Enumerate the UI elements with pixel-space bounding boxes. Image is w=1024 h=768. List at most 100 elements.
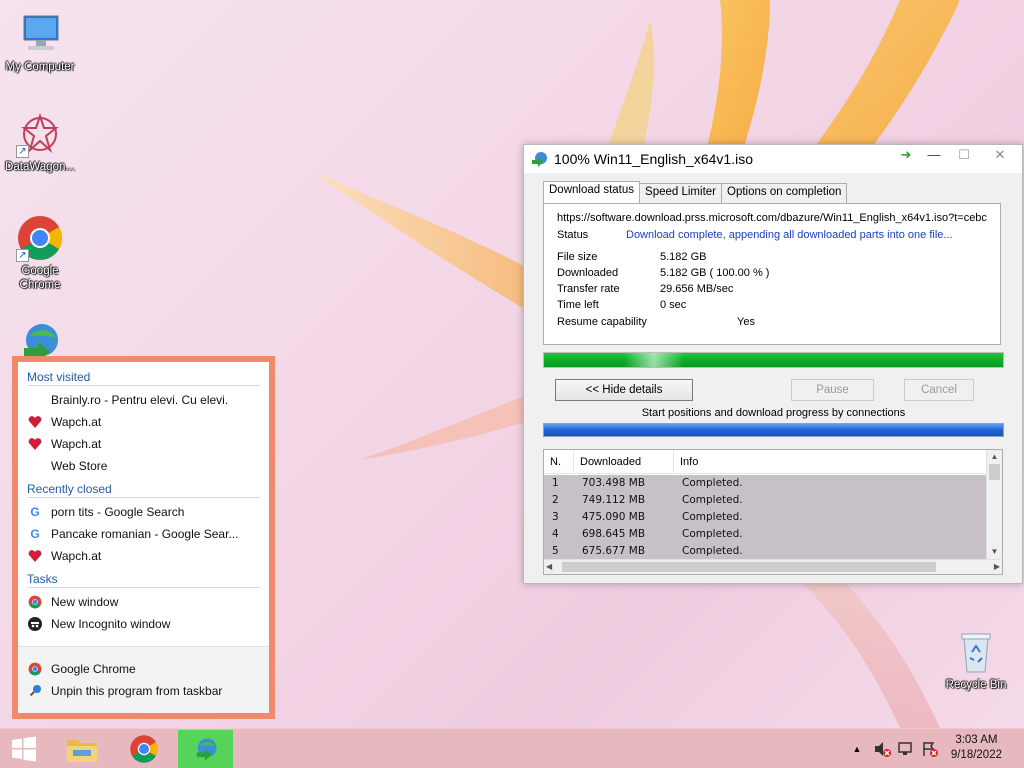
transfer-rate-value: 29.656 MB/sec [660, 283, 734, 295]
shortcut-arrow-icon: ↗ [16, 145, 29, 158]
pause-button[interactable]: Pause [791, 379, 874, 401]
jumplist-item[interactable]: Wapch.at [27, 546, 260, 566]
taskbar-clock[interactable]: 3:03 AM 9/18/2022 [951, 733, 1002, 763]
table-cell-downloaded: 698.645 MB [582, 528, 646, 540]
table-cell-downloaded: 703.498 MB [582, 477, 646, 489]
table-cell-downloaded: 475.090 MB [582, 511, 646, 523]
network-icon[interactable] [896, 729, 916, 768]
clock-date: 9/18/2022 [950, 749, 1002, 761]
google-icon: G [30, 527, 40, 541]
idm-icon [196, 738, 216, 761]
windows-logo-icon [12, 736, 36, 762]
jumplist-item[interactable]: Wapch.at [27, 434, 260, 454]
minimize-to-tray-icon[interactable]: ➜ [896, 145, 916, 167]
downloaded-label: Downloaded [557, 267, 619, 279]
connections-progress-bar [543, 423, 1004, 437]
hide-details-button[interactable]: << Hide details [555, 379, 693, 401]
tab-download-status[interactable]: Download status [543, 181, 641, 203]
transfer-rate-label: Transfer rate [557, 283, 620, 295]
jumplist-task-new-incognito[interactable]: New Incognito window [27, 614, 260, 634]
jumplist-unpin[interactable]: Unpin this program from taskbar [27, 681, 260, 701]
time-left-label: Time left [557, 299, 599, 311]
connections-label: Start positions and download progress by… [641, 407, 906, 419]
table-header: N. Downloaded Info [544, 450, 986, 474]
scroll-left-icon[interactable]: ◀ [546, 560, 552, 574]
column-header-n[interactable]: N. [544, 450, 574, 474]
tab-bar: Download status Speed Limiter Options on… [543, 181, 848, 203]
vertical-scrollbar[interactable]: ▲ ▼ [986, 450, 1002, 559]
table-cell-downloaded: 749.112 MB [582, 494, 646, 506]
idm-download-window: 100% Win11_English_x64v1.iso ➜ — ☐ ✕ Dow… [523, 144, 1023, 584]
jumplist-task-new-window[interactable]: New window [27, 592, 260, 612]
jumplist-item[interactable]: Web Store [27, 456, 260, 476]
table-cell-n: 4 [552, 528, 559, 540]
close-button[interactable]: ✕ [982, 145, 1018, 167]
horizontal-scrollbar[interactable]: ◀ ▶ [544, 559, 1002, 574]
jumplist-item[interactable]: Brainly.ro - Pentru elevi. Cu elevi. [27, 390, 260, 410]
table-cell-n: 2 [552, 494, 559, 506]
desktop-icon-label: My Computer [5, 61, 75, 73]
scroll-up-icon[interactable]: ▲ [987, 450, 1002, 464]
desktop-icon-recycle-bin[interactable]: Recycle Bin [936, 628, 1016, 692]
chrome-icon [27, 594, 43, 610]
scroll-thumb-horizontal[interactable] [562, 562, 936, 572]
downloaded-value: 5.182 GB ( 100.00 % ) [660, 267, 770, 279]
scroll-right-icon[interactable]: ▶ [994, 560, 1000, 574]
table-cell-n: 5 [552, 545, 559, 557]
desktop-icon-google-chrome[interactable]: ↗ Google Chrome [0, 214, 80, 292]
tab-options-on-completion[interactable]: Options on completion [721, 183, 848, 203]
desktop-icon-datawagon[interactable]: ↗ DataWagon... [0, 110, 80, 174]
window-title: 100% Win11_English_x64v1.iso [554, 151, 753, 167]
table-cell-n: 1 [552, 477, 559, 489]
table-cell-info: Completed. [682, 545, 743, 557]
idm-app-icon [531, 151, 548, 170]
taskbar-file-explorer[interactable] [58, 729, 106, 768]
heart-icon [27, 436, 43, 452]
google-icon: G [30, 505, 40, 519]
title-bar[interactable]: 100% Win11_English_x64v1.iso ➜ — ☐ ✕ [524, 145, 1022, 173]
download-status-panel: https://software.download.prss.microsoft… [543, 203, 1001, 345]
start-button[interactable] [0, 729, 48, 768]
heart-icon [27, 414, 43, 430]
chrome-icon [130, 735, 158, 763]
action-center-flag-icon[interactable] [920, 729, 940, 768]
jumplist-header-tasks: Tasks [27, 572, 260, 588]
column-header-info[interactable]: Info [674, 450, 988, 474]
desktop-icon-label: DataWagon... [5, 161, 75, 173]
recycle-bin-icon [952, 628, 1000, 676]
column-header-downloaded[interactable]: Downloaded [574, 450, 674, 474]
jumplist-item[interactable]: Wapch.at [27, 412, 260, 432]
table-cell-downloaded: 675.677 MB [582, 545, 646, 557]
jumplist-footer: Google Chrome Unpin this program from ta… [18, 646, 269, 713]
show-hidden-icons-icon[interactable]: ▲ [850, 729, 864, 768]
jumplist-item[interactable]: G Pancake romanian - Google Sear... [27, 524, 260, 544]
table-row[interactable]: 5 675.677 MB Completed. [544, 543, 986, 560]
tab-speed-limiter[interactable]: Speed Limiter [639, 183, 722, 203]
table-row[interactable]: 3 475.090 MB Completed. [544, 509, 986, 526]
download-progress-fill [544, 353, 1003, 367]
desktop-icon-my-computer[interactable]: My Computer [0, 10, 80, 74]
jumplist-open-google-chrome[interactable]: Google Chrome [27, 659, 260, 679]
time-left-value: 0 sec [660, 299, 687, 311]
maximize-button[interactable]: ☐ [952, 145, 976, 167]
resume-capability-label: Resume capability [557, 316, 647, 328]
table-cell-info: Completed. [682, 494, 743, 506]
scroll-down-icon[interactable]: ▼ [987, 545, 1002, 559]
datawagon-icon: ↗ [16, 110, 64, 158]
jumplist-item[interactable]: G porn tits - Google Search [27, 502, 260, 522]
taskbar-idm-active[interactable] [177, 729, 234, 768]
table-row[interactable]: 1 703.498 MB Completed. [544, 475, 986, 492]
table-row[interactable]: 4 698.645 MB Completed. [544, 526, 986, 543]
status-label: Status [557, 229, 589, 241]
table-cell-n: 3 [552, 511, 559, 523]
minimize-button[interactable]: — [922, 145, 946, 167]
cancel-button[interactable]: Cancel [904, 379, 974, 401]
scroll-thumb[interactable] [989, 464, 1000, 480]
unpin-icon [27, 683, 43, 699]
table-row[interactable]: 2 749.112 MB Completed. [544, 492, 986, 509]
connections-table: N. Downloaded Info 1 703.498 MB Completed.… [543, 449, 1003, 575]
taskbar-google-chrome[interactable] [118, 729, 170, 768]
desktop-icon-label: Google Chrome [19, 265, 61, 291]
folder-icon [67, 740, 97, 762]
volume-muted-icon[interactable] [872, 729, 892, 768]
